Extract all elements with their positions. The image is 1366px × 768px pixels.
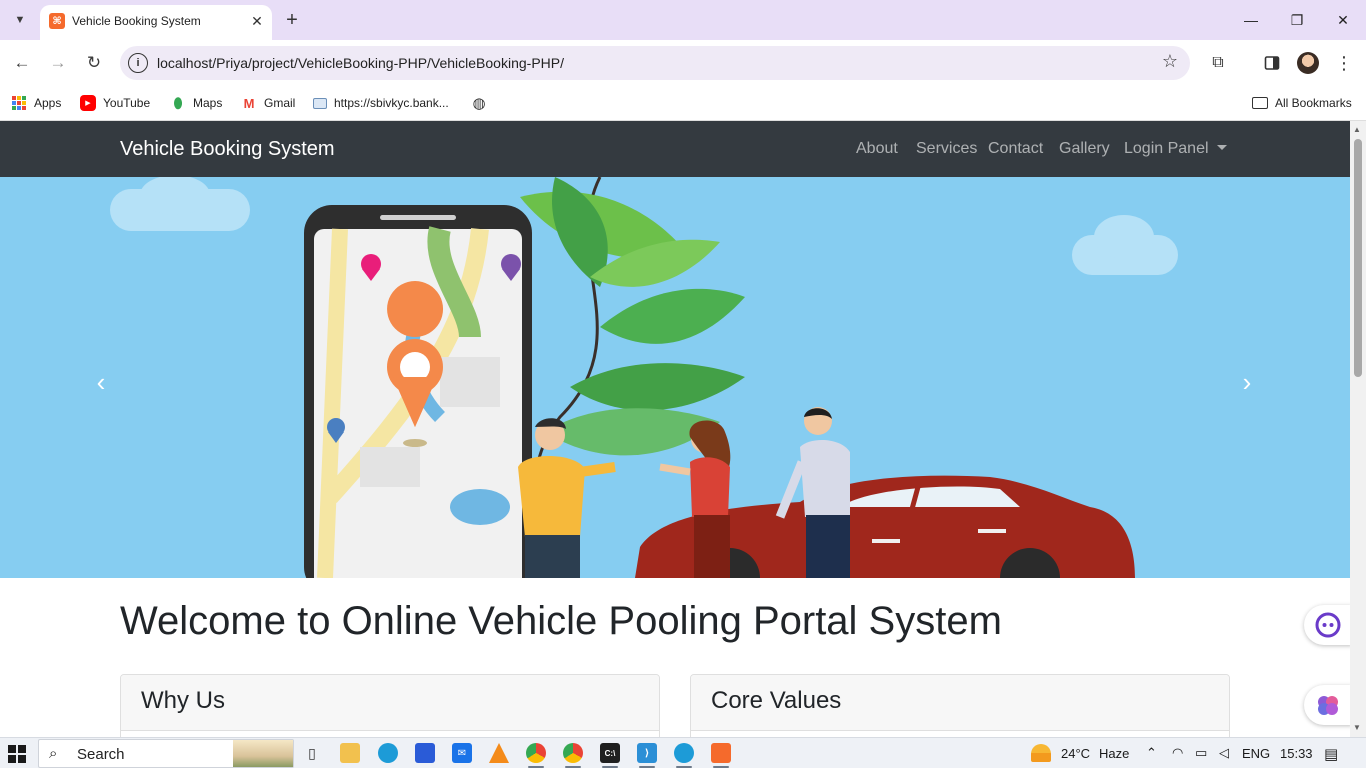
extensions-puzzle-icon[interactable]: ⧉ xyxy=(1206,51,1230,75)
brain-icon xyxy=(1318,696,1338,715)
carousel-next-icon[interactable]: › xyxy=(1232,367,1262,397)
chrome-icon[interactable] xyxy=(526,743,546,763)
scroll-up-icon[interactable]: ▲ xyxy=(1353,125,1361,134)
taskbar-search-label: Search xyxy=(77,746,125,763)
nav-services[interactable]: Services xyxy=(916,140,977,158)
bookmark-sbi[interactable]: https://sbivkyc.bank... xyxy=(313,93,449,113)
browser-tab-strip: ▼ ⌘ Vehicle Booking System ✕ + — ❐ ✕ xyxy=(0,0,1366,40)
card-why-us: Why Us xyxy=(120,674,660,737)
bookmark-gmail[interactable]: M Gmail xyxy=(241,93,296,113)
store-icon[interactable] xyxy=(415,743,435,763)
battery-icon[interactable]: ▭ xyxy=(1195,745,1207,761)
bookmark-label: Apps xyxy=(34,96,62,110)
all-bookmarks-button[interactable]: All Bookmarks xyxy=(1252,93,1352,113)
bookmark-label: YouTube xyxy=(103,96,151,110)
xampp-icon[interactable] xyxy=(711,743,731,763)
vlc-icon[interactable] xyxy=(489,743,509,763)
minimize-button[interactable]: — xyxy=(1228,5,1274,35)
address-bar[interactable]: i localhost/Priya/project/VehicleBooking… xyxy=(120,46,1190,80)
side-panel-icon[interactable] xyxy=(1260,51,1284,75)
edge-icon[interactable] xyxy=(378,743,398,763)
hero-carousel: ‹ › xyxy=(0,177,1350,578)
card-core-values: Core Values xyxy=(690,674,1230,737)
bookmark-maps[interactable]: ⬮ Maps xyxy=(170,93,223,113)
chrome-profile-icon[interactable] xyxy=(563,743,583,763)
bookmark-label: Maps xyxy=(193,96,223,110)
volume-icon[interactable]: ◁ xyxy=(1219,745,1229,761)
edge-dev-icon[interactable] xyxy=(674,743,694,763)
terminal-icon[interactable]: C:\ xyxy=(600,743,620,763)
url-text[interactable]: localhost/Priya/project/VehicleBooking-P… xyxy=(157,55,564,71)
nav-contact[interactable]: Contact xyxy=(988,140,1043,158)
maps-icon: ⬮ xyxy=(173,94,183,111)
search-icon: ⌕ xyxy=(49,745,58,762)
windows-start-icon[interactable] xyxy=(8,745,26,763)
weather-haze-icon[interactable] xyxy=(1031,744,1051,762)
site-brand[interactable]: Vehicle Booking System xyxy=(120,138,335,161)
scroll-down-icon[interactable]: ▼ xyxy=(1353,723,1361,732)
bookmarks-bar: Apps ▶ YouTube ⬮ Maps M Gmail https://sb… xyxy=(0,86,1366,121)
close-window-button[interactable]: ✕ xyxy=(1320,5,1366,35)
restore-button[interactable]: ❐ xyxy=(1274,5,1320,35)
weather-condition[interactable]: Haze xyxy=(1099,746,1129,761)
gmail-icon: M xyxy=(243,95,255,111)
page-title: Welcome to Online Vehicle Pooling Portal… xyxy=(120,599,1002,643)
carousel-prev-icon[interactable]: ‹ xyxy=(86,367,116,397)
bookmark-label: Gmail xyxy=(264,96,296,110)
apps-grid-icon xyxy=(12,96,26,110)
search-highlight-image xyxy=(233,740,293,767)
menu-kebab-icon[interactable]: ⋮ xyxy=(1332,51,1356,75)
assistant-widget-button[interactable] xyxy=(1304,605,1350,645)
file-explorer-icon[interactable] xyxy=(340,743,360,763)
back-button[interactable]: ← xyxy=(8,49,36,77)
wifi-icon[interactable]: ◠ xyxy=(1172,745,1183,761)
youtube-icon: ▶ xyxy=(80,95,96,111)
bookmark-apps[interactable]: Apps xyxy=(12,93,61,113)
xampp-favicon-icon: ⌘ xyxy=(49,13,65,29)
tab-close-icon[interactable]: ✕ xyxy=(247,11,267,31)
brain-widget-button[interactable] xyxy=(1304,685,1350,725)
card-header: Why Us xyxy=(121,675,659,731)
globe-icon: ◍ xyxy=(472,95,486,112)
tray-chevron-up-icon[interactable]: ⌃ xyxy=(1146,745,1157,761)
card-header: Core Values xyxy=(691,675,1229,731)
hero-illustration xyxy=(304,177,1135,578)
nav-login-panel-dropdown[interactable]: Login Panel xyxy=(1124,140,1227,158)
all-bookmarks-label: All Bookmarks xyxy=(1275,96,1352,110)
task-view-icon[interactable]: ▯ xyxy=(302,743,322,763)
nav-login-panel-label: Login Panel xyxy=(1124,140,1209,157)
windows-taskbar: ⌕ Search ▯ ✉ C:\ ⟩ 24°C Haze ⌃ ◠ ▭ ◁ ENG… xyxy=(0,737,1366,768)
bookmark-youtube[interactable]: ▶ YouTube xyxy=(80,93,150,113)
forward-button[interactable]: → xyxy=(44,49,72,77)
profile-avatar[interactable] xyxy=(1297,52,1319,74)
nav-gallery[interactable]: Gallery xyxy=(1059,140,1110,158)
page-viewport: Vehicle Booking System About Services Co… xyxy=(0,121,1350,737)
bookmark-label: https://sbivkyc.bank... xyxy=(334,96,449,110)
mail-icon[interactable]: ✉ xyxy=(452,743,472,763)
weather-temp[interactable]: 24°C xyxy=(1061,746,1090,761)
dropdown-caret-icon xyxy=(1216,145,1227,150)
bookmark-star-icon[interactable]: ☆ xyxy=(1162,51,1178,72)
assistant-face-icon xyxy=(1315,612,1341,638)
site-info-icon[interactable]: i xyxy=(128,53,148,73)
bookmark-globe[interactable]: ◍ xyxy=(471,93,494,113)
language-indicator[interactable]: ENG xyxy=(1242,746,1270,761)
tab-title: Vehicle Booking System xyxy=(72,14,201,28)
scrollbar-thumb[interactable] xyxy=(1354,139,1362,377)
site-navbar: Vehicle Booking System About Services Co… xyxy=(0,121,1350,177)
vscode-icon[interactable]: ⟩ xyxy=(637,743,657,763)
browser-toolbar: ← → ↻ i localhost/Priya/project/VehicleB… xyxy=(0,40,1366,86)
nav-about[interactable]: About xyxy=(856,140,898,158)
notifications-icon[interactable]: ▤ xyxy=(1324,745,1338,763)
tab-search-chevron-icon[interactable]: ▼ xyxy=(6,7,34,33)
folder-icon xyxy=(1252,97,1268,109)
page-scrollbar[interactable]: ▲ ▼ xyxy=(1350,121,1366,737)
reload-button[interactable]: ↻ xyxy=(80,49,108,77)
new-tab-button[interactable]: + xyxy=(280,8,304,32)
taskbar-search-box[interactable]: ⌕ Search xyxy=(38,739,294,768)
bank-icon xyxy=(313,97,327,109)
browser-tab-active[interactable]: ⌘ Vehicle Booking System ✕ xyxy=(40,5,272,40)
clock-time[interactable]: 15:33 xyxy=(1280,746,1313,761)
